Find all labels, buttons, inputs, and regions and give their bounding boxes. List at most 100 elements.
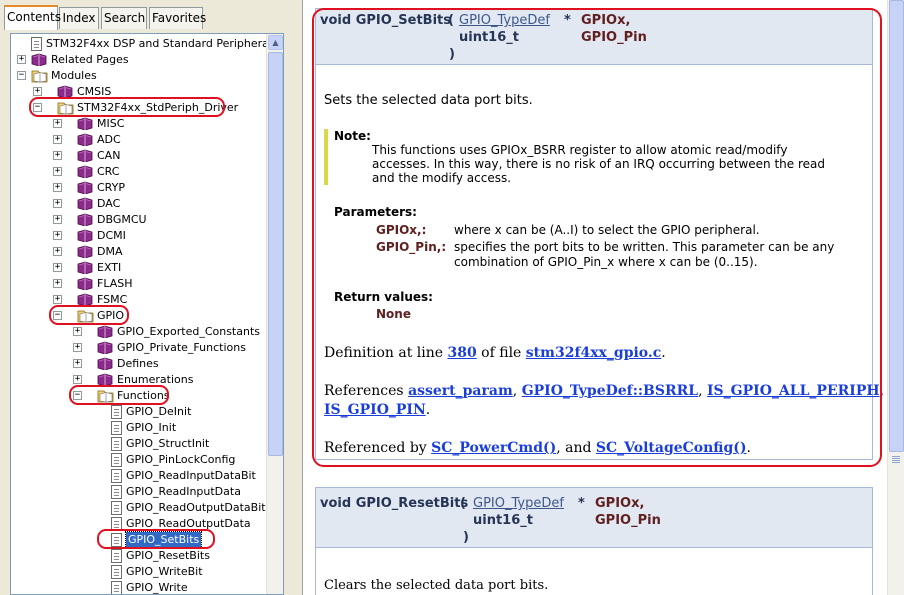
tree-item-dac[interactable]: + DAC <box>11 196 266 212</box>
tree-item-related-pages[interactable]: + Related Pages <box>11 52 266 68</box>
tree-item-label: GPIO_Init <box>126 421 177 434</box>
resetbits-paren-open: ( <box>460 496 466 511</box>
tree-item-gpio-structinit[interactable]: GPIO_StructInit <box>11 436 266 452</box>
highlight-setbits-doc <box>312 8 882 467</box>
expand-icon[interactable]: + <box>53 167 62 176</box>
tree-item-dma[interactable]: + DMA <box>11 244 266 260</box>
contents-tree[interactable]: STM32F4xx DSP and Standard Peripherals L… <box>10 33 284 595</box>
tree-item-cryp[interactable]: + CRYP <box>11 180 266 196</box>
tree-item-label: Defines <box>117 357 159 370</box>
tree-item-gpio-exported-constants[interactable]: + GPIO_Exported_Constants <box>11 324 266 340</box>
tree-item-crc[interactable]: + CRC <box>11 164 266 180</box>
tree-item-exti[interactable]: + EXTI <box>11 260 266 276</box>
content-scroll-thumb[interactable] <box>889 0 904 452</box>
expand-icon[interactable]: + <box>53 199 62 208</box>
expand-icon[interactable]: + <box>53 183 62 192</box>
topic-page-icon <box>111 453 122 467</box>
resetbits-return-and-name: void GPIO_ResetBits <box>320 496 469 511</box>
closed-book-icon <box>77 213 93 227</box>
expand-icon[interactable]: + <box>73 375 82 384</box>
topic-page-icon <box>111 565 122 579</box>
tree-item-dcmi[interactable]: + DCMI <box>11 228 266 244</box>
pane-splitter[interactable] <box>290 0 302 595</box>
tree-item-adc[interactable]: + ADC <box>11 132 266 148</box>
expand-icon[interactable]: + <box>33 87 42 96</box>
tree-item-label: DAC <box>97 197 121 210</box>
topic-page-icon <box>111 421 122 435</box>
closed-book-icon <box>77 117 93 131</box>
tree-item-root-doc[interactable]: STM32F4xx DSP and Standard Peripherals L <box>11 36 283 52</box>
expand-icon[interactable]: + <box>53 247 62 256</box>
closed-book-icon <box>77 149 93 163</box>
tree-item-gpio-init[interactable]: GPIO_Init <box>11 420 266 436</box>
tree-item-label: DCMI <box>97 229 126 242</box>
resetbits-brief: Clears the selected data port bits. <box>324 578 549 593</box>
expand-icon[interactable]: + <box>17 55 26 64</box>
resetbits-gpio-typedef-link[interactable]: GPIO_TypeDef <box>473 496 564 511</box>
tree-item-label: STM32F4xx DSP and Standard Peripherals L <box>46 37 284 50</box>
tree-item-label: GPIO_Private_Functions <box>117 341 246 354</box>
tree-item-label: DBGMCU <box>97 213 147 226</box>
tree-item-label: GPIO_ReadInputDataBit <box>126 469 256 482</box>
topic-page-icon <box>111 549 122 563</box>
tab-contents[interactable]: Contents <box>4 5 61 30</box>
open-book-icon <box>31 69 48 83</box>
tree-item-flash[interactable]: + FLASH <box>11 276 266 292</box>
tab-index[interactable]: Index <box>59 7 99 29</box>
tree-item-label: FLASH <box>97 277 133 290</box>
tree-item-label: Related Pages <box>51 53 129 66</box>
tree-item-label: Modules <box>51 69 97 82</box>
tree-item-defines[interactable]: + Defines <box>11 356 266 372</box>
expand-icon[interactable]: + <box>53 295 62 304</box>
resetbits-pointer-star: * <box>578 496 585 511</box>
tree-item-gpio-pinlockconfig[interactable]: GPIO_PinLockConfig <box>11 452 266 468</box>
expand-icon[interactable]: + <box>73 359 82 368</box>
content-scrollbar[interactable] <box>887 0 904 595</box>
tree-item-gpio-readinputdatabit[interactable]: GPIO_ReadInputDataBit <box>11 468 266 484</box>
tree-item-gpio-private-functions[interactable]: + GPIO_Private_Functions <box>11 340 266 356</box>
tree-item-gpio-readoutputdatabit[interactable]: GPIO_ReadOutputDataBit <box>11 500 266 516</box>
grip-icon <box>892 456 900 457</box>
expand-icon[interactable]: + <box>53 151 62 160</box>
closed-book-icon <box>31 53 47 67</box>
tree-item-gpio-resetbits[interactable]: GPIO_ResetBits <box>11 548 266 564</box>
tree-item-modules[interactable]: − Modules <box>11 68 266 84</box>
expand-icon[interactable]: + <box>53 135 62 144</box>
tree-item-label: GPIO_ReadOutputDataBit <box>126 501 266 514</box>
expand-icon[interactable]: + <box>73 343 82 352</box>
tree-item-gpio-deinit[interactable]: GPIO_DeInit <box>11 404 266 420</box>
ring-gpio <box>49 305 129 325</box>
expand-icon[interactable]: + <box>53 215 62 224</box>
closed-book-icon <box>77 165 93 179</box>
tree-item-label: GPIO_ResetBits <box>126 549 210 562</box>
tab-favorites[interactable]: Favorites <box>149 7 206 29</box>
expand-icon[interactable]: + <box>53 263 62 272</box>
tree-item-gpio-readinputdata[interactable]: GPIO_ReadInputData <box>11 484 266 500</box>
tree-item-gpio-writebit[interactable]: GPIO_WriteBit <box>11 564 266 580</box>
expand-icon[interactable]: + <box>53 119 62 128</box>
tree-item-can[interactable]: + CAN <box>11 148 266 164</box>
ring-gpio-setbits <box>97 529 215 549</box>
tree-item-label: MISC <box>97 117 125 130</box>
tree-item-gpio-write[interactable]: GPIO_Write <box>11 580 266 594</box>
tree-item-label: CRYP <box>97 181 125 194</box>
tab-search[interactable]: Search <box>101 7 147 29</box>
tree-item-dbgmcu[interactable]: + DBGMCU <box>11 212 266 228</box>
scroll-up-button[interactable]: ▲ <box>268 35 283 50</box>
tree-item-label: CAN <box>97 149 121 162</box>
expand-icon[interactable]: + <box>73 327 82 336</box>
closed-book-icon <box>97 325 113 339</box>
tree-item-fsmc[interactable]: + FSMC <box>11 292 266 308</box>
collapse-icon[interactable]: − <box>17 71 26 80</box>
tree-scroll-thumb[interactable] <box>268 52 283 456</box>
tree-item-label: GPIO_Write <box>126 581 188 594</box>
navigation-pane: Contents Index Search Favorites STM32F4x… <box>0 0 290 595</box>
tree-item-misc[interactable]: + MISC <box>11 116 266 132</box>
expand-icon[interactable]: + <box>53 279 62 288</box>
ring-functions <box>69 385 169 405</box>
expand-icon[interactable]: + <box>53 231 62 240</box>
tree-item-label: DMA <box>97 245 123 258</box>
tree-scrollbar[interactable]: ▲ ▼ <box>266 34 283 594</box>
topic-page-icon <box>111 485 122 499</box>
tree-item-label: GPIO_ReadInputData <box>126 485 241 498</box>
